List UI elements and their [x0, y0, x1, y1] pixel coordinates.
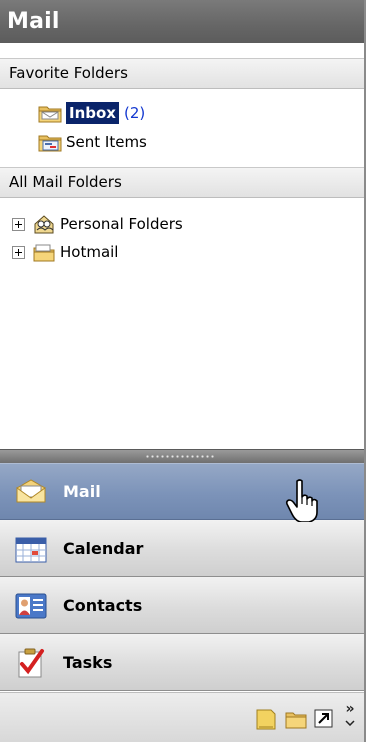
- folder-personal-folders[interactable]: Personal Folders: [12, 212, 183, 236]
- personal-folders-icon: [32, 214, 56, 234]
- folder-list-icon[interactable]: [284, 708, 308, 730]
- contacts-icon: [13, 590, 49, 622]
- nav-button-contacts[interactable]: Contacts: [0, 577, 364, 634]
- pane-splitter[interactable]: [0, 449, 364, 463]
- splitter-grip[interactable]: [145, 455, 215, 458]
- inbox-label: Inbox: [66, 102, 119, 124]
- expand-hotmail-button[interactable]: [12, 245, 25, 259]
- folder-hotmail[interactable]: Hotmail: [12, 240, 118, 264]
- nav-button-tasks-label: Tasks: [63, 653, 113, 672]
- nav-button-mail-label: Mail: [63, 482, 101, 501]
- bottom-toolbar: »: [0, 692, 364, 742]
- tasks-icon: [13, 647, 49, 679]
- mail-icon: [13, 476, 49, 508]
- favorite-folder-inbox[interactable]: Inbox (2): [38, 101, 145, 125]
- sent-items-icon: [38, 132, 62, 152]
- nav-button-calendar-label: Calendar: [63, 539, 144, 558]
- inbox-icon: [38, 103, 62, 123]
- nav-button-calendar[interactable]: Calendar: [0, 520, 364, 577]
- calendar-icon: [13, 533, 49, 565]
- hand-cursor-icon: [285, 478, 321, 523]
- inbox-unread-count: (2): [123, 104, 146, 122]
- pane-title: Mail: [0, 0, 364, 43]
- folder-list-empty-area: [0, 275, 364, 450]
- overflow-chevron: »: [345, 701, 355, 717]
- configure-buttons-icon[interactable]: »: [341, 701, 359, 732]
- nav-button-tasks[interactable]: Tasks: [0, 634, 364, 691]
- favorite-folder-sent-items[interactable]: Sent Items: [38, 130, 147, 154]
- expand-personal-folders-button[interactable]: [12, 217, 25, 231]
- sent-items-label: Sent Items: [66, 133, 147, 151]
- notes-icon[interactable]: [254, 708, 278, 730]
- hotmail-icon: [32, 242, 56, 262]
- all-mail-folders-header[interactable]: All Mail Folders: [0, 167, 364, 198]
- nav-button-contacts-label: Contacts: [63, 596, 143, 615]
- shortcuts-icon[interactable]: [312, 708, 336, 730]
- hotmail-label: Hotmail: [60, 243, 119, 261]
- personal-folders-label: Personal Folders: [60, 215, 183, 233]
- favorite-folders-header[interactable]: Favorite Folders: [0, 58, 364, 89]
- navigation-pane: Mail Favorite Folders Inbox (2) Sent Ite…: [0, 0, 366, 742]
